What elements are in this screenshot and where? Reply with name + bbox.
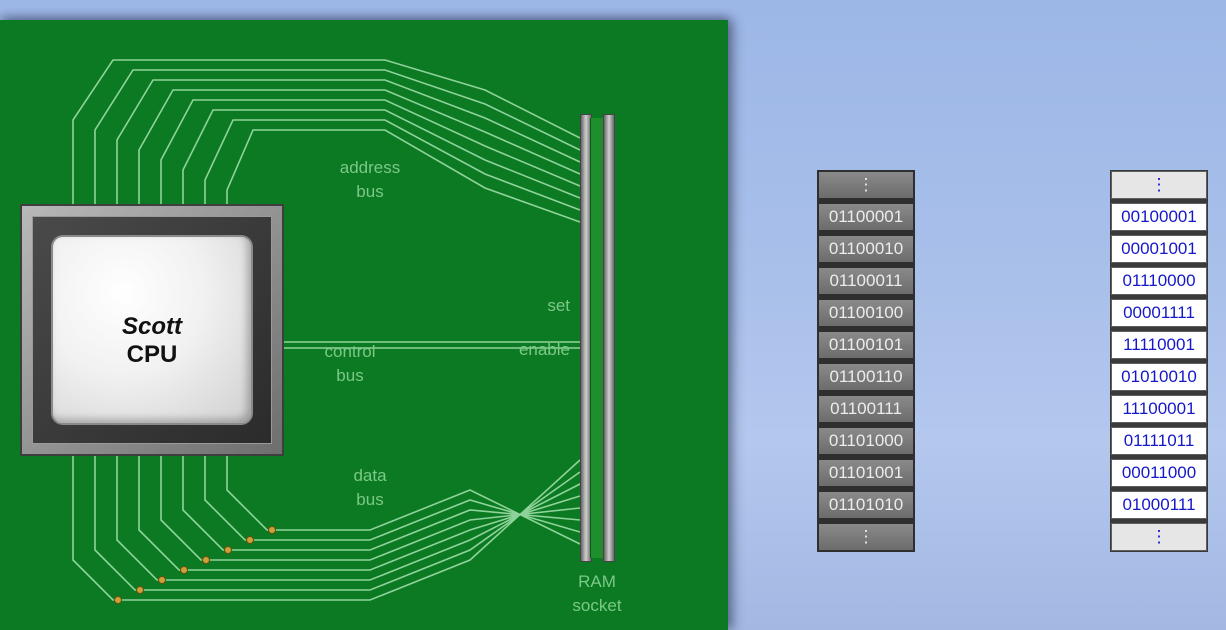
control-bus-label-line1: control — [324, 342, 376, 361]
data-bus-label: data bus — [335, 464, 405, 512]
solder-pad — [180, 566, 188, 574]
address-cell: 01101010 — [818, 491, 914, 519]
solder-pad — [246, 536, 254, 544]
data-cell: 01010010 — [1111, 363, 1207, 391]
address-cell: 01101001 — [818, 459, 914, 487]
data-cell: 01110000 — [1111, 267, 1207, 295]
data-column: ⋮ 00100001 00001001 01110000 00001111 1111000… — [1110, 170, 1208, 552]
data-cell: 00100001 — [1111, 203, 1207, 231]
data-cell: ⋮ — [1111, 523, 1207, 551]
address-cell: 01100110 — [818, 363, 914, 391]
cpu-die: Scott CPU — [51, 235, 253, 425]
data-cell: 00001001 — [1111, 235, 1207, 263]
solder-pad — [136, 586, 144, 594]
data-cell: ⋮ — [1111, 171, 1207, 199]
data-trace — [72, 456, 581, 601]
solder-pad — [202, 556, 210, 564]
ram-socket-label: RAM socket — [562, 570, 632, 618]
solder-pad — [158, 576, 166, 584]
cpu-chip: Scott CPU — [20, 204, 284, 456]
address-cell: 01100010 — [818, 235, 914, 263]
address-column: ⋮ 01100001 01100010 01100011 01100100 0110010… — [817, 170, 915, 552]
address-cell: 01100100 — [818, 299, 914, 327]
data-cell: 00001111 — [1111, 299, 1207, 327]
data-cell: 00011000 — [1111, 459, 1207, 487]
set-label: set — [547, 296, 570, 315]
cpu-name: Scott — [122, 313, 182, 340]
data-cell: 11110001 — [1111, 331, 1207, 359]
data-cell: 01000111 — [1111, 491, 1207, 519]
address-bus-label-line2: bus — [356, 182, 384, 201]
data-cell: 01111011 — [1111, 427, 1207, 455]
ram-socket-label-line2: socket — [572, 596, 622, 615]
ram-socket-right-rail — [603, 114, 615, 562]
address-cell: 01100111 — [818, 395, 914, 423]
address-cell: 01101000 — [818, 427, 914, 455]
address-cell: ⋮ — [818, 171, 914, 199]
ram-socket-label-line1: RAM — [578, 572, 616, 591]
address-cell: 01100001 — [818, 203, 914, 231]
address-bus-label-line1: address — [339, 158, 401, 177]
data-bus-label-line2: bus — [356, 490, 384, 509]
cpu-package: Scott CPU — [32, 216, 272, 444]
solder-pad — [224, 546, 232, 554]
solder-pad — [114, 596, 122, 604]
control-bus-label-line2: bus — [336, 366, 364, 385]
address-cell: ⋮ — [818, 523, 914, 551]
cpu-label: CPU — [126, 341, 178, 368]
data-bus-label-line1: data — [353, 466, 387, 485]
address-bus-label: address bus — [330, 156, 410, 204]
circuit-board: address bus control bus data bus set ena… — [0, 20, 728, 630]
address-cell: 01100011 — [818, 267, 914, 295]
solder-pad — [268, 526, 276, 534]
enable-label: enable — [518, 340, 570, 359]
data-cell: 11100001 — [1111, 395, 1207, 423]
address-cell: 01100101 — [818, 331, 914, 359]
control-bus-label: control bus — [310, 340, 390, 388]
